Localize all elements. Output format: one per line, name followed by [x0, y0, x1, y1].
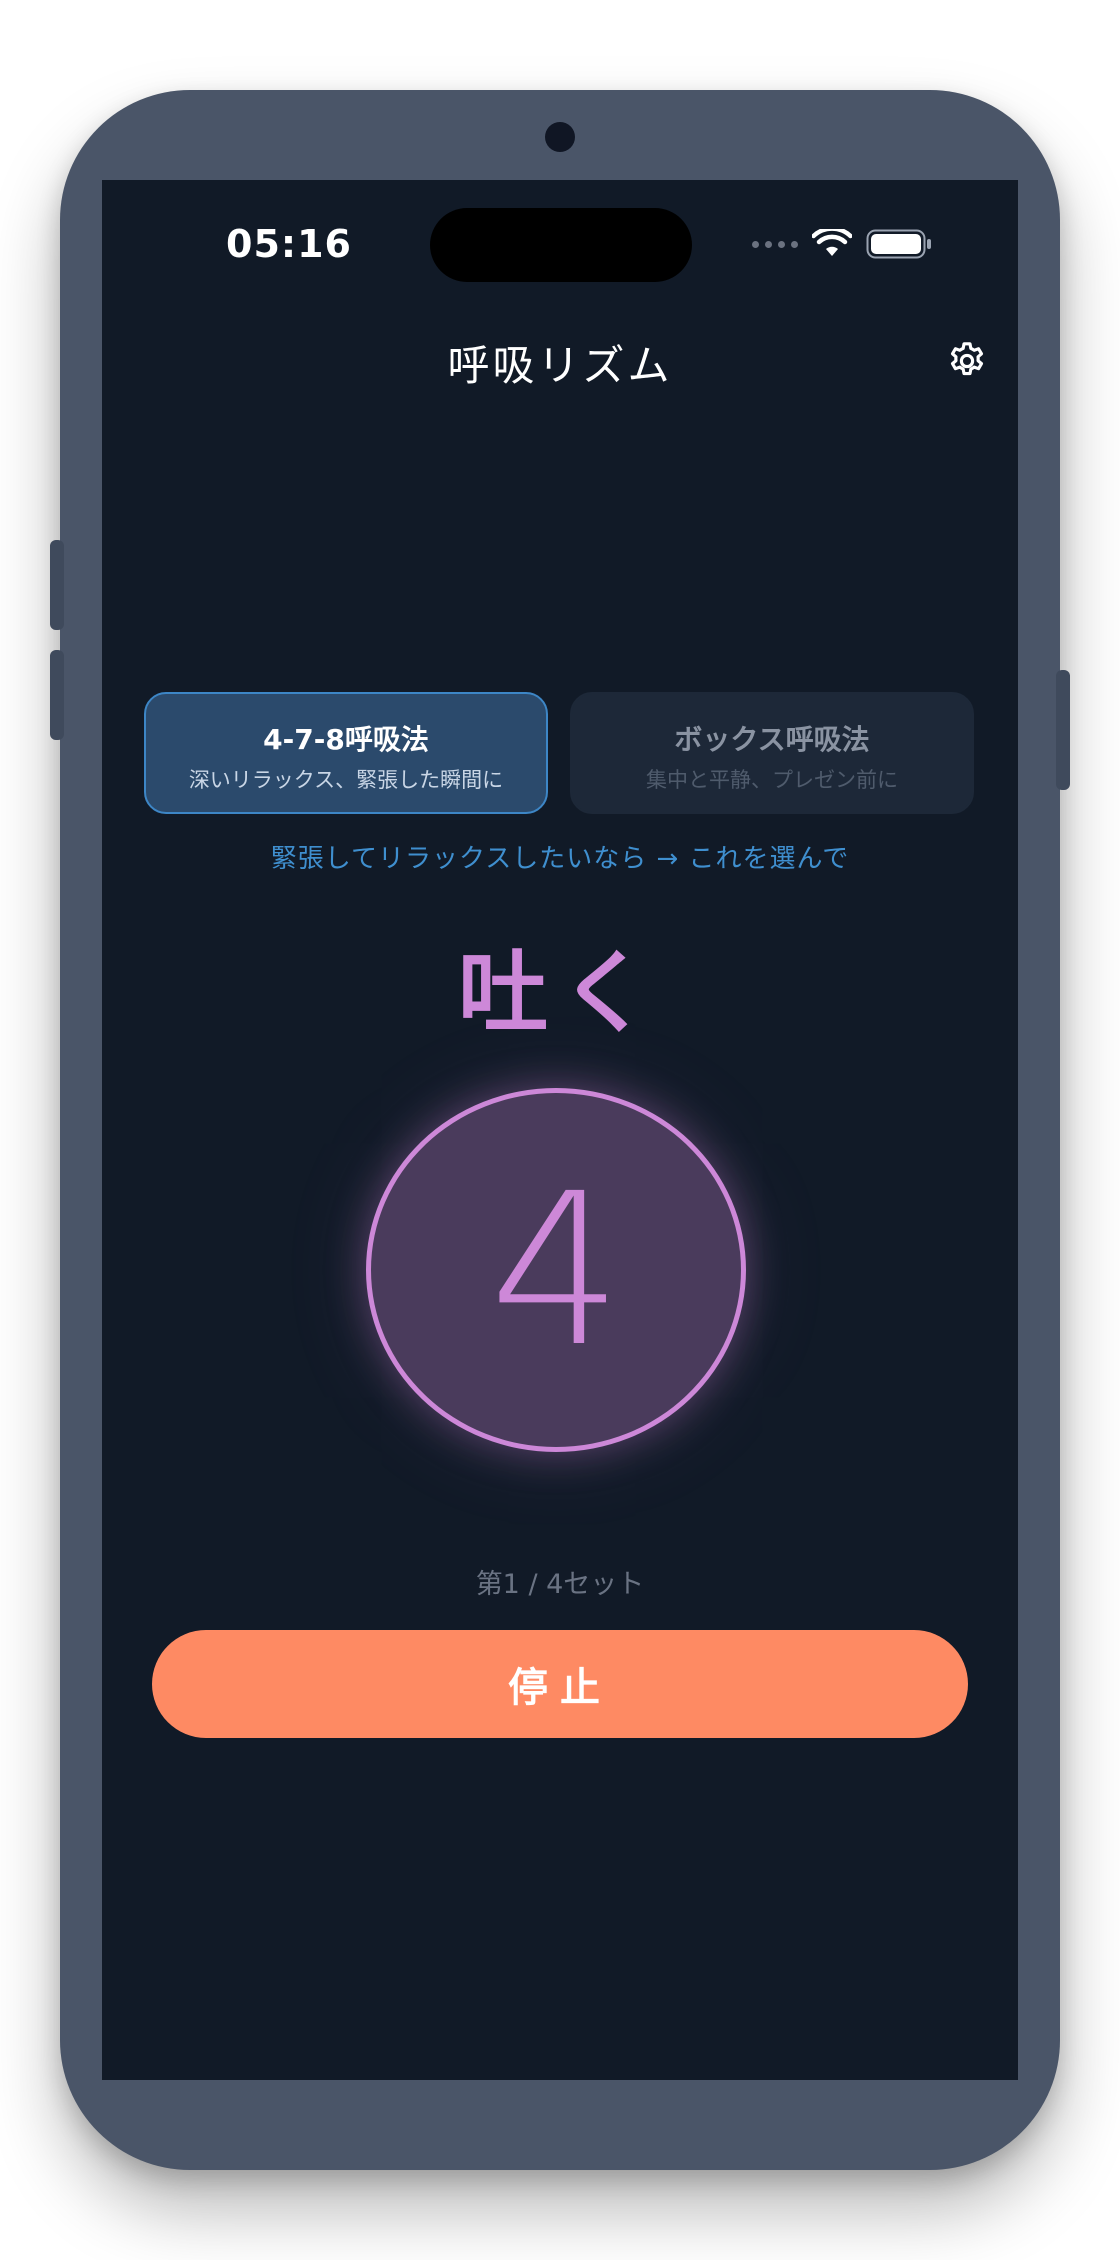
- battery-icon: [866, 229, 931, 259]
- page-title: 呼吸リズム: [447, 341, 673, 390]
- gear-icon[interactable]: [946, 340, 988, 382]
- mode-hint: 緊張してリラックスしたいなら → これを選んで: [270, 844, 850, 874]
- status-icons: [752, 224, 932, 264]
- stage: 05:16 呼吸リズム 4-7-8呼吸法 深いリラックス、緊張した瞬間に ボック…: [0, 0, 1120, 2260]
- wifi-icon: [812, 229, 852, 256]
- mode-description: 深いリラックス、緊張した瞬間に: [188, 768, 504, 792]
- cellular-signal-icon: [752, 240, 798, 248]
- set-counter: 第1 / 4セット: [475, 1569, 645, 1600]
- front-camera: [545, 122, 575, 152]
- mode-card-478[interactable]: 4-7-8呼吸法 深いリラックス、緊張した瞬間に: [144, 692, 548, 814]
- mode-description: 集中と平静、プレゼン前に: [646, 768, 898, 792]
- volume-down-button: [50, 650, 64, 740]
- volume-up-button: [50, 540, 64, 630]
- status-time: 05:16: [226, 222, 352, 266]
- dynamic-island: [430, 208, 692, 282]
- mode-card-box[interactable]: ボックス呼吸法 集中と平静、プレゼン前に: [570, 692, 974, 814]
- power-button: [1056, 670, 1070, 790]
- breath-circle: 4: [366, 1088, 746, 1452]
- app-screen: 05:16 呼吸リズム 4-7-8呼吸法 深いリラックス、緊張した瞬間に ボック…: [102, 180, 1018, 2080]
- stop-button[interactable]: 停止: [152, 1630, 968, 1738]
- mode-name: 4-7-8呼吸法: [263, 723, 429, 756]
- mode-name: ボックス呼吸法: [674, 723, 870, 756]
- breath-phase-label: 吐く: [458, 941, 662, 1046]
- countdown-number: 4: [489, 1147, 623, 1393]
